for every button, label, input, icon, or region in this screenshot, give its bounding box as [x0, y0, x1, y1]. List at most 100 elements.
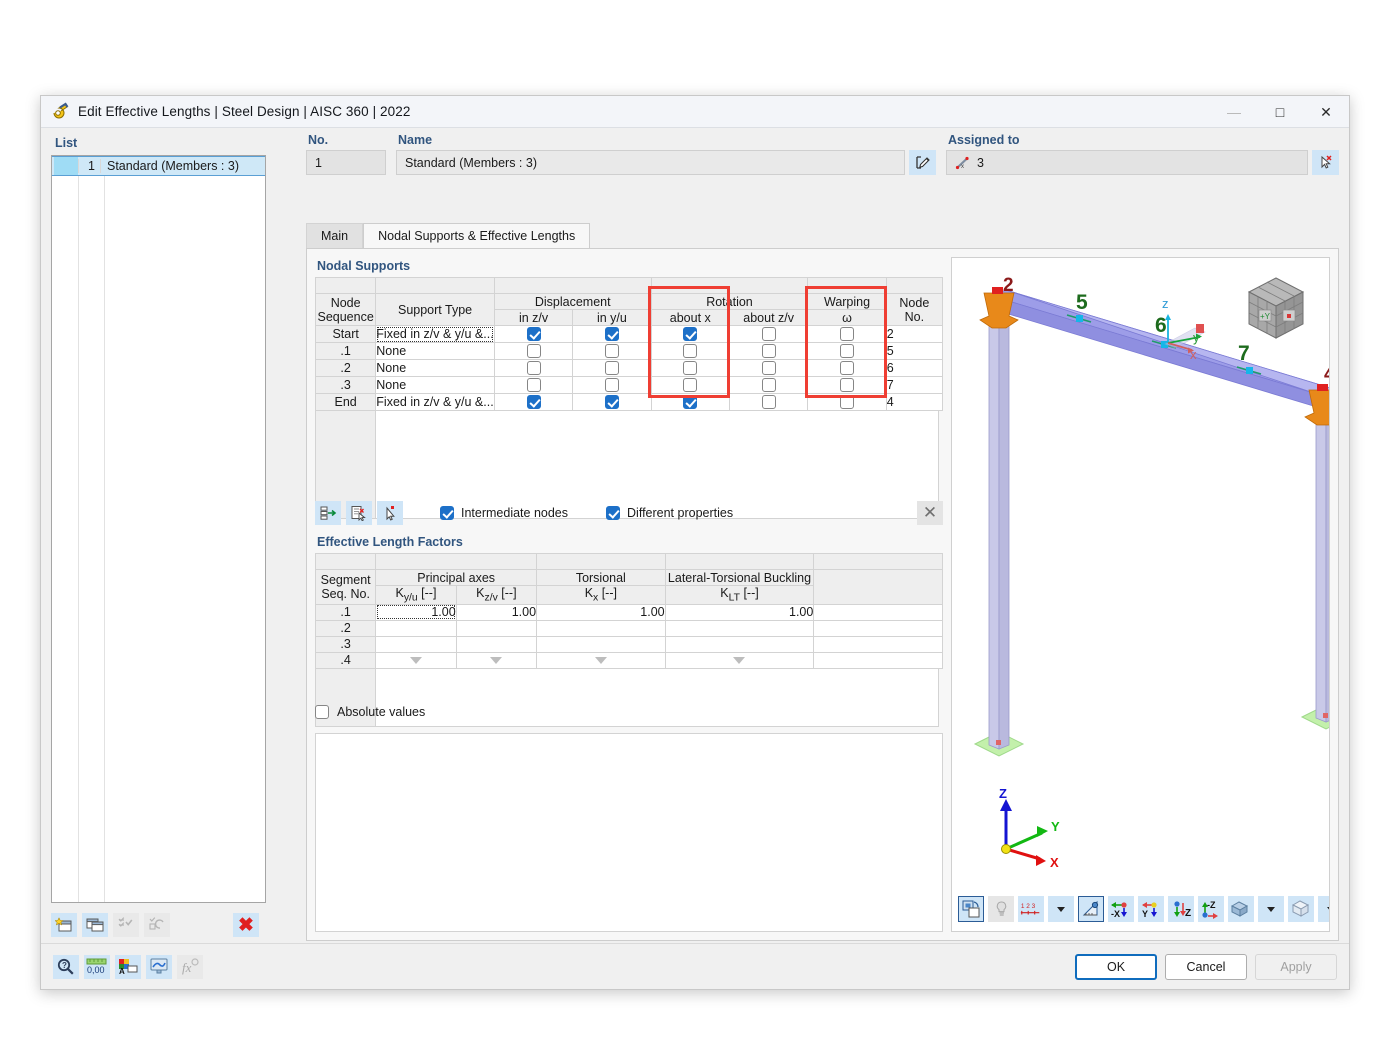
list-item[interactable]: 1 Standard (Members : 3): [52, 156, 265, 176]
cell-ky[interactable]: [375, 651, 457, 669]
absolute-values-checkbox[interactable]: [315, 705, 329, 719]
different-properties-option[interactable]: Different properties: [606, 506, 733, 520]
rot-z-checkbox[interactable]: [761, 361, 776, 375]
cancel-button[interactable]: Cancel: [1165, 953, 1247, 980]
cell-klt[interactable]: 1.00: [664, 603, 815, 621]
cell-klt[interactable]: [664, 635, 815, 653]
cell-rot-z-checkbox[interactable]: [728, 325, 809, 343]
cell-disp-z-checkbox[interactable]: [493, 359, 574, 377]
cell-warping-checkbox[interactable]: [807, 325, 887, 343]
chevron-down-icon[interactable]: [490, 656, 503, 664]
cell-disp-z-checkbox[interactable]: [493, 393, 574, 411]
disp-y-checkbox[interactable]: [604, 378, 619, 392]
pick-node-button[interactable]: [377, 501, 403, 525]
disp-z-checkbox[interactable]: [526, 395, 541, 409]
disp-z-checkbox[interactable]: [526, 361, 541, 375]
table-row[interactable]: End Fixed in z/v & y/u &... 4: [314, 393, 944, 411]
cell-warping-checkbox[interactable]: [807, 342, 887, 360]
box-zoom-button[interactable]: [1288, 896, 1314, 922]
clear-table-button[interactable]: ✕: [917, 501, 943, 525]
intermediate-nodes-option[interactable]: Intermediate nodes: [440, 506, 568, 520]
cell-warping-checkbox[interactable]: [807, 393, 887, 411]
close-icon[interactable]: ✕: [1303, 96, 1349, 128]
warping-checkbox[interactable]: [840, 361, 855, 375]
warping-checkbox[interactable]: [840, 327, 855, 341]
cell-support-type[interactable]: None: [375, 359, 495, 377]
cell-kz[interactable]: 1.00: [455, 603, 538, 621]
visibility-dropdown-icon[interactable]: [1258, 896, 1284, 922]
different-properties-checkbox[interactable]: [606, 506, 621, 520]
name-input[interactable]: Standard (Members : 3): [396, 150, 905, 175]
cell-rot-z-checkbox[interactable]: [728, 359, 809, 377]
model-3d-scene[interactable]: +Y z y x 2 5 6 7 Z Y X: [952, 258, 1329, 887]
disp-y-checkbox[interactable]: [604, 344, 619, 358]
disp-y-checkbox[interactable]: [604, 395, 619, 409]
absolute-values-option[interactable]: Absolute values: [315, 705, 425, 719]
cell-disp-y-checkbox[interactable]: [572, 376, 652, 394]
view-y-button[interactable]: Y: [1138, 896, 1164, 922]
cell-support-type[interactable]: Fixed in z/v & y/u &...: [375, 393, 495, 411]
cell-kz[interactable]: [455, 651, 538, 669]
cell-rot-x-checkbox[interactable]: [650, 376, 730, 394]
assigned-to-input[interactable]: x 3: [946, 150, 1308, 175]
view-z-button[interactable]: Z: [1168, 896, 1194, 922]
cell-rot-z-checkbox[interactable]: [728, 376, 809, 394]
copy-entry-button[interactable]: [82, 913, 108, 937]
rot-x-checkbox[interactable]: [683, 395, 698, 409]
cell-disp-y-checkbox[interactable]: [572, 393, 652, 411]
disp-y-checkbox[interactable]: [604, 327, 619, 341]
cell-disp-y-checkbox[interactable]: [572, 359, 652, 377]
cell-disp-z-checkbox[interactable]: [493, 342, 574, 360]
chevron-down-icon[interactable]: [594, 656, 607, 664]
cell-kz[interactable]: [455, 619, 538, 637]
maximize-icon[interactable]: □: [1257, 96, 1303, 128]
cell-rot-x-checkbox[interactable]: [650, 342, 730, 360]
rot-x-checkbox[interactable]: [683, 327, 698, 341]
tab-main[interactable]: Main: [306, 223, 364, 248]
table-row[interactable]: .1 1.00 1.00 1.00 1.00: [314, 603, 943, 621]
disp-z-checkbox[interactable]: [526, 344, 541, 358]
ok-button[interactable]: OK: [1075, 953, 1157, 980]
tab-nodal-supports-effective-lengths[interactable]: Nodal Supports & Effective Lengths: [363, 223, 591, 248]
cell-disp-z-checkbox[interactable]: [493, 325, 574, 343]
cell-disp-z-checkbox[interactable]: [493, 376, 574, 394]
cell-support-type[interactable]: Fixed in z/v & y/u &...: [375, 325, 495, 343]
table-row[interactable]: .3: [314, 635, 943, 653]
table-row[interactable]: .4: [314, 651, 943, 669]
cell-kx[interactable]: 1.00: [536, 603, 666, 621]
cell-kx[interactable]: [536, 619, 666, 637]
cell-rot-z-checkbox[interactable]: [728, 393, 809, 411]
rot-x-checkbox[interactable]: [683, 361, 698, 375]
rot-z-checkbox[interactable]: [761, 395, 776, 409]
chevron-down-icon[interactable]: [733, 656, 746, 664]
box-zoom-dropdown-icon[interactable]: [1318, 896, 1329, 922]
render-mode-button[interactable]: [958, 896, 984, 922]
disp-z-checkbox[interactable]: [526, 378, 541, 392]
list-box[interactable]: 1 Standard (Members : 3): [51, 155, 266, 903]
cell-klt[interactable]: [664, 619, 815, 637]
delete-entry-button[interactable]: ✖: [233, 913, 259, 937]
rot-x-checkbox[interactable]: [683, 344, 698, 358]
intermediate-nodes-checkbox[interactable]: [440, 506, 454, 520]
cell-rot-x-checkbox[interactable]: [650, 359, 730, 377]
table-row[interactable]: .2 None 6: [314, 359, 944, 377]
view-minus-z-button[interactable]: -Z: [1198, 896, 1224, 922]
minimize-icon[interactable]: —: [1211, 96, 1257, 128]
disp-z-checkbox[interactable]: [526, 327, 541, 341]
disp-y-checkbox[interactable]: [604, 361, 619, 375]
visibility-button[interactable]: [1228, 896, 1254, 922]
rot-z-checkbox[interactable]: [761, 378, 776, 392]
visual-settings-button[interactable]: [146, 954, 172, 979]
table-row[interactable]: .1 None 5: [314, 342, 944, 360]
view-minus-x-button[interactable]: -X: [1108, 896, 1134, 922]
edit-support-button[interactable]: [346, 501, 372, 525]
table-row[interactable]: Start Fixed in z/v & y/u &... 2: [314, 325, 944, 343]
cell-rot-x-checkbox[interactable]: [650, 393, 730, 411]
cell-rot-z-checkbox[interactable]: [728, 342, 809, 360]
warping-checkbox[interactable]: [840, 378, 855, 392]
warping-checkbox[interactable]: [840, 395, 855, 409]
help-search-button[interactable]: ?: [53, 954, 79, 979]
number-input[interactable]: 1: [306, 150, 386, 175]
dimensions-button[interactable]: [1078, 896, 1104, 922]
cell-support-type[interactable]: None: [375, 376, 495, 394]
